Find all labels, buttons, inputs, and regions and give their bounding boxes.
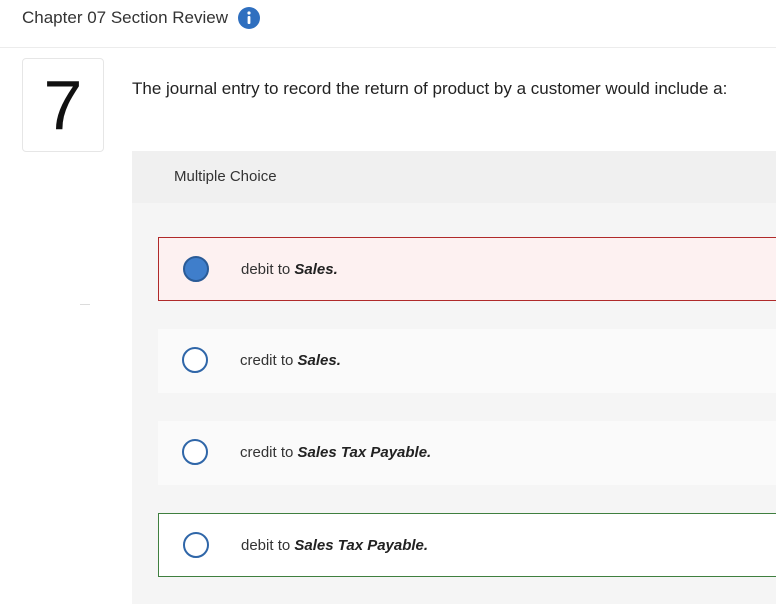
choice-prefix: debit to	[241, 537, 295, 554]
section-title: Chapter 07 Section Review	[22, 8, 229, 27]
radio-icon[interactable]	[182, 439, 208, 465]
info-icon[interactable]	[238, 7, 260, 29]
choice-emphasis: Sales Tax Payable.	[297, 444, 432, 461]
multiple-choice-header: Multiple Choice	[132, 151, 776, 203]
choice-option-2[interactable]: credit to Sales.	[158, 329, 776, 393]
radio-icon[interactable]	[182, 347, 208, 373]
choice-prefix: credit to	[240, 352, 298, 369]
choice-emphasis: Sales Tax Payable.	[294, 537, 429, 554]
choice-text: debit to Sales.	[241, 261, 338, 278]
choice-option-3[interactable]: credit to Sales Tax Payable.	[158, 421, 776, 485]
choice-prefix: debit to	[241, 261, 295, 278]
radio-icon[interactable]	[183, 532, 209, 558]
radio-selected-icon[interactable]	[183, 256, 209, 282]
choice-text: credit to Sales Tax Payable.	[240, 444, 431, 461]
question-prompt: The journal entry to record the return o…	[132, 79, 728, 98]
choice-emphasis: Sales.	[294, 261, 338, 278]
choice-option-1[interactable]: debit to Sales.	[158, 237, 776, 301]
divider	[80, 304, 90, 305]
answer-choices: debit to Sales. credit to Sales. credit …	[132, 203, 776, 604]
choice-text: credit to Sales.	[240, 352, 341, 369]
choice-prefix: credit to	[240, 444, 298, 461]
choice-text: debit to Sales Tax Payable.	[241, 537, 428, 554]
question-number: 7	[22, 58, 104, 152]
page-header: Chapter 07 Section Review	[0, 0, 776, 48]
multiple-choice-label: Multiple Choice	[174, 168, 277, 185]
choice-option-4[interactable]: debit to Sales Tax Payable.	[158, 513, 776, 577]
choice-emphasis: Sales.	[297, 352, 341, 369]
